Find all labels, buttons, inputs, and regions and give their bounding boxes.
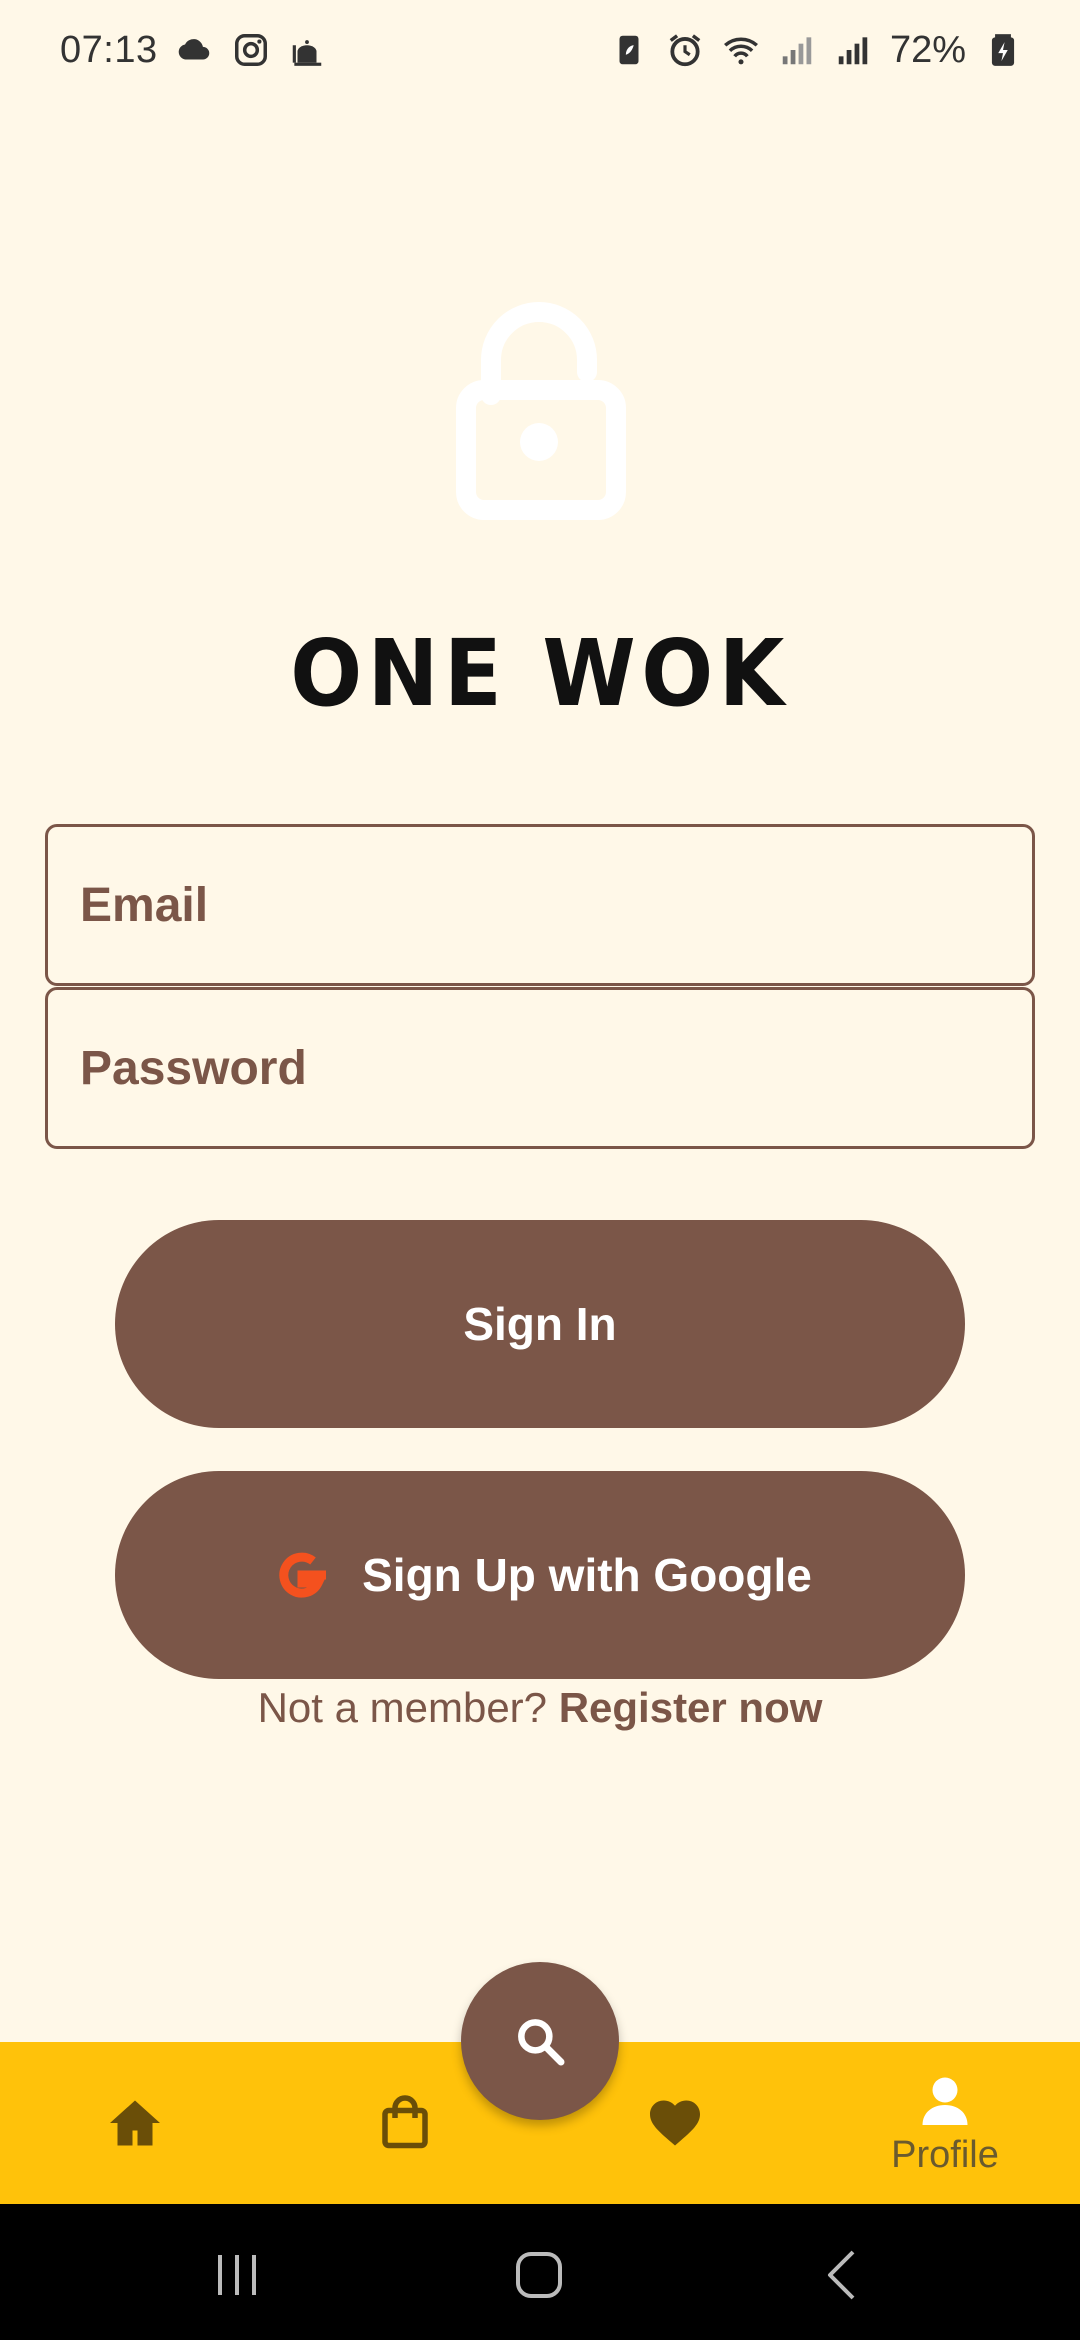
password-field[interactable] xyxy=(45,987,1035,1149)
wifi-icon xyxy=(722,31,760,69)
back-button[interactable] xyxy=(808,2240,878,2310)
password-input[interactable] xyxy=(80,1040,1032,1096)
back-chevron-icon xyxy=(828,2250,855,2300)
sign-in-label: Sign In xyxy=(463,1298,617,1350)
battery-saver-icon xyxy=(610,31,648,69)
recents-icon xyxy=(218,2255,256,2295)
unlocked-padlock-icon xyxy=(456,300,626,520)
register-prompt: Not a member? Register now xyxy=(0,1684,1080,1732)
search-icon xyxy=(518,2019,565,2066)
heart-icon xyxy=(650,2100,700,2146)
status-right: 72% xyxy=(610,29,1022,72)
nav-home[interactable] xyxy=(55,2042,215,2204)
nav-profile-label: Profile xyxy=(891,2133,999,2176)
email-field[interactable] xyxy=(45,824,1035,986)
sign-in-button[interactable]: Sign In xyxy=(115,1220,965,1428)
home-icon xyxy=(110,2100,160,2146)
nav-favorites[interactable] xyxy=(595,2042,755,2204)
home-circle-icon xyxy=(516,2252,562,2298)
status-time: 07:13 xyxy=(60,28,158,71)
recent-apps-button[interactable] xyxy=(202,2240,272,2310)
instagram-icon xyxy=(232,31,270,69)
email-input[interactable] xyxy=(80,877,1032,933)
home-button[interactable] xyxy=(504,2240,574,2310)
google-icon xyxy=(268,1542,334,1608)
system-navigation-bar xyxy=(0,2204,1080,2340)
alarm-icon xyxy=(666,31,704,69)
nav-profile[interactable]: Profile xyxy=(865,2042,1025,2204)
status-left: 07:13 xyxy=(60,29,326,72)
app-title: ONE WOK xyxy=(290,620,790,727)
search-fab-button[interactable] xyxy=(461,1962,619,2120)
cloud-icon xyxy=(176,31,214,69)
shopping-bag-icon xyxy=(382,2095,428,2149)
signal-icon xyxy=(834,31,872,69)
google-sign-up-button[interactable]: Sign Up with Google xyxy=(115,1471,965,1679)
register-now-link[interactable]: Register now xyxy=(559,1684,823,1731)
nav-shopping-bag[interactable] xyxy=(325,2042,485,2204)
signal-icon xyxy=(778,31,816,69)
battery-icon xyxy=(984,31,1022,69)
google-sign-up-label: Sign Up with Google xyxy=(362,1549,812,1601)
status-bar: 07:13 72% xyxy=(0,0,1080,100)
mosque-icon xyxy=(288,31,326,69)
register-prompt-text: Not a member? xyxy=(257,1684,548,1731)
battery-percent: 72% xyxy=(889,28,966,71)
person-icon xyxy=(922,2077,968,2125)
